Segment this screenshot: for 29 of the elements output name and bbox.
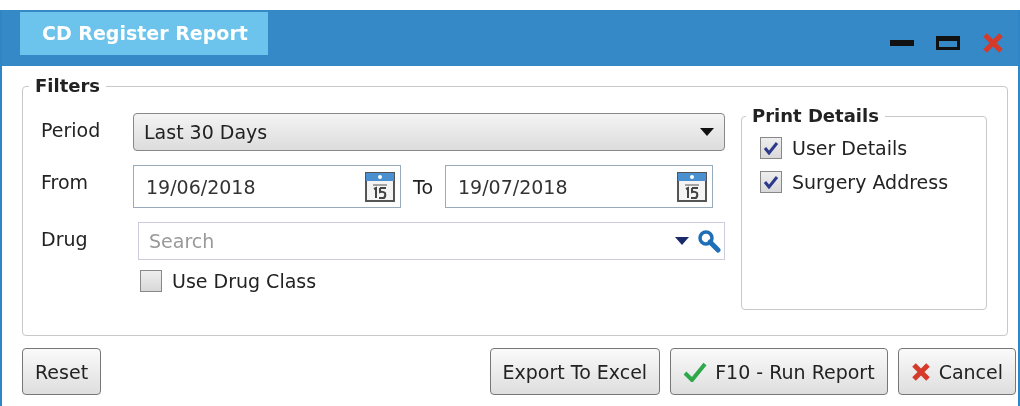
maximize-icon[interactable] bbox=[936, 36, 960, 50]
cancel-button[interactable]: Cancel bbox=[897, 348, 1016, 395]
checkbox[interactable] bbox=[760, 137, 782, 159]
field-label: Period bbox=[41, 118, 102, 141]
dropdown-arrow-icon bbox=[700, 128, 714, 136]
checkmark-icon bbox=[683, 361, 708, 382]
run-report-button[interactable]: F10 - Run Report bbox=[670, 348, 888, 395]
close-icon bbox=[910, 361, 931, 382]
button[interactable]: Export To Excel bbox=[489, 348, 661, 395]
search-icon[interactable] bbox=[697, 229, 721, 253]
field-label: Drug bbox=[41, 227, 89, 250]
date-field[interactable]: 19/06/2018 bbox=[133, 165, 401, 208]
checkmark-icon bbox=[763, 175, 779, 189]
checkbox-label: User Details bbox=[792, 137, 908, 159]
checkbox-label: Use Drug Class bbox=[172, 270, 317, 292]
field-label: From bbox=[41, 170, 90, 193]
button[interactable]: Reset bbox=[22, 348, 102, 395]
date-field[interactable]: 19/07/2018 bbox=[445, 165, 713, 208]
field-label: To bbox=[413, 175, 433, 198]
calendar-icon[interactable] bbox=[677, 170, 707, 202]
drug-search-field[interactable]: Search bbox=[138, 222, 725, 260]
checkbox[interactable] bbox=[760, 171, 782, 193]
checkmark-icon bbox=[763, 141, 779, 155]
dropdown-arrow-icon[interactable] bbox=[675, 237, 689, 245]
window-title: CD Register Report bbox=[20, 12, 268, 55]
period-dropdown[interactable]: Last 30 Days bbox=[133, 113, 725, 151]
checkbox-label: Surgery Address bbox=[792, 171, 949, 193]
calendar-icon[interactable] bbox=[365, 170, 395, 202]
checkbox[interactable] bbox=[140, 270, 162, 292]
